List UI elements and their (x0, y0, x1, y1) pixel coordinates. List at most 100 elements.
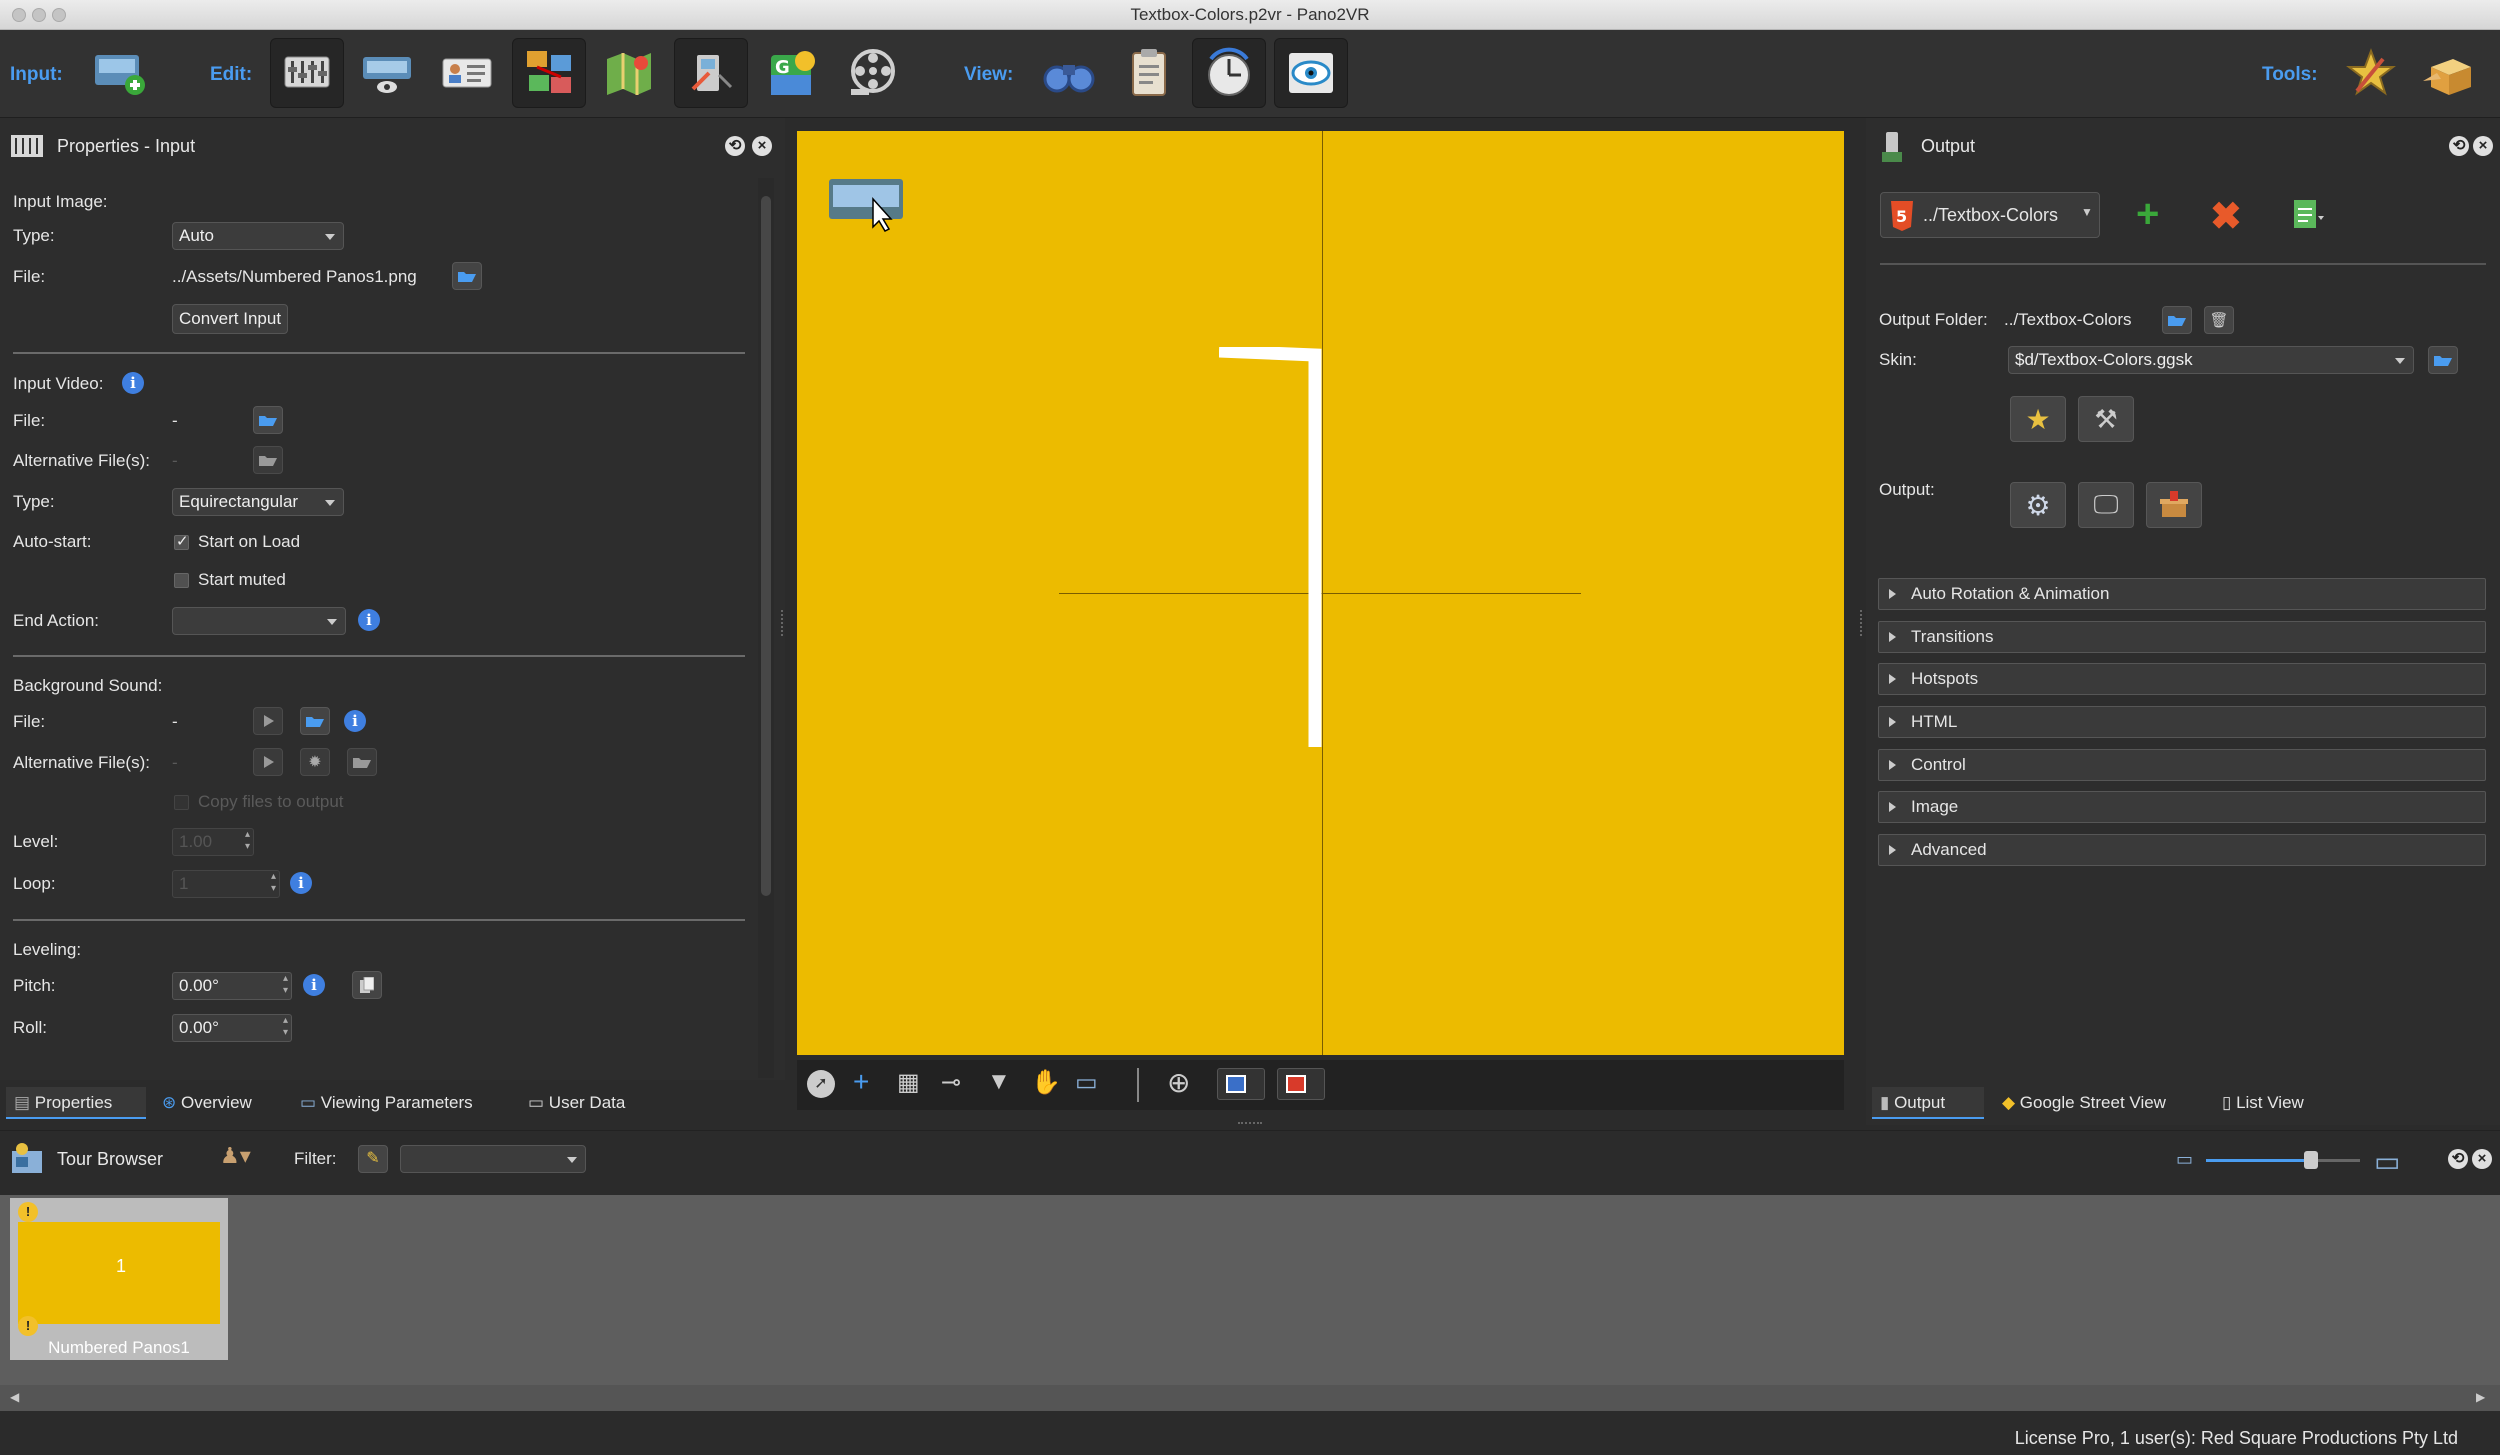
sound-alt-settings-button[interactable]: ✹ (300, 748, 330, 776)
skin-select[interactable]: $d/Textbox-Colors.ggsk (2008, 346, 2414, 374)
skin-tools-button[interactable]: ⚒ (2078, 396, 2134, 442)
properties-close-button[interactable]: × (752, 136, 772, 156)
crosshair-toggle-icon[interactable]: + (853, 1066, 869, 1098)
copy-leveling-button[interactable] (352, 971, 382, 999)
browse-skin-button[interactable] (2428, 346, 2458, 374)
export-document-icon[interactable] (2290, 198, 2324, 232)
filter-tag-button[interactable]: ✎ (358, 1145, 388, 1173)
funnel-icon[interactable]: ▼ (987, 1068, 1011, 1096)
target-icon[interactable]: ⊕ (1167, 1066, 1190, 1099)
browse-input-file-button[interactable] (452, 262, 482, 290)
start-muted-checkbox[interactable] (174, 573, 189, 588)
thumbnail-size-slider-handle[interactable] (2304, 1151, 2318, 1169)
tab-google-street-view[interactable]: ◆ Google Street View (1994, 1087, 2206, 1119)
tour-scrollbar[interactable]: ◀ ▶ (0, 1385, 2500, 1411)
google-maps-button[interactable]: G (756, 38, 830, 108)
tab-output[interactable]: ▮ Output (1872, 1087, 1984, 1119)
section-image[interactable]: Image (1878, 791, 2486, 823)
right-splitter[interactable] (1860, 610, 1864, 636)
browse-alt-sound-button[interactable] (347, 748, 377, 776)
add-output-button[interactable]: + (2136, 192, 2159, 237)
bottom-splitter[interactable] (1238, 1122, 1262, 1124)
filter-select[interactable] (400, 1145, 586, 1173)
clipboard-button[interactable] (1112, 38, 1186, 108)
browse-video-button[interactable] (253, 406, 283, 434)
tab-overview[interactable]: ⊛ Overview (154, 1087, 284, 1119)
tab-properties[interactable]: ▤ Properties (6, 1087, 146, 1119)
browse-output-folder-button[interactable] (2162, 306, 2192, 334)
sound-info-icon[interactable]: i (344, 710, 366, 732)
animation-button[interactable] (836, 38, 910, 108)
panorama-thumbnail[interactable]: 1 ! ! Numbered Panos1 (10, 1198, 228, 1360)
section-advanced[interactable]: Advanced (1878, 834, 2486, 866)
tab-user-data[interactable]: ▭ User Data (520, 1087, 650, 1119)
pitch-info-icon[interactable]: i (303, 974, 325, 996)
open-skin-editor-button[interactable]: ★ (2010, 396, 2066, 442)
end-action-info-icon[interactable]: i (358, 609, 380, 631)
tour-browser-undock-button[interactable]: ⟲ (2448, 1149, 2468, 1169)
properties-undock-button[interactable]: ⟲ (725, 136, 745, 156)
hand-icon[interactable]: ✋ (1031, 1068, 1061, 1097)
section-transitions[interactable]: Transitions (1878, 621, 2486, 653)
clear-output-folder-button[interactable]: 🗑 (2204, 306, 2234, 334)
patches-button[interactable] (674, 38, 748, 108)
delete-output-button[interactable]: ✖ (2210, 194, 2242, 239)
compass-icon[interactable]: ➚ (807, 1070, 835, 1098)
properties-button[interactable] (270, 38, 344, 108)
key-icon[interactable]: ⊸ (941, 1068, 961, 1097)
package-output-button[interactable] (2146, 482, 2202, 528)
grid-icon[interactable]: ▦ (897, 1068, 920, 1097)
preview-output-button[interactable]: 🖵 (2078, 482, 2134, 528)
type-select[interactable]: Auto (172, 222, 344, 250)
output-close-button[interactable]: × (2473, 136, 2493, 156)
hotspot-color-button[interactable] (1217, 1068, 1265, 1100)
pitch-input[interactable]: 0.00° (172, 972, 292, 1000)
level-input[interactable]: 1.00 (172, 828, 254, 856)
video-type-select[interactable]: Equirectangular (172, 488, 344, 516)
output-settings-button[interactable]: ⚙ (2010, 482, 2066, 528)
add-panorama-button[interactable] (82, 38, 156, 108)
section-control[interactable]: Control (1878, 749, 2486, 781)
user-data-button[interactable] (430, 38, 504, 108)
viewing-parameters-button[interactable] (350, 38, 424, 108)
scroll-right-icon[interactable]: ▶ (2476, 1390, 2485, 1404)
roll-input[interactable]: 0.00° (172, 1014, 292, 1042)
tab-list-view[interactable]: ▯ List View (2214, 1087, 2334, 1119)
turntable-button[interactable] (1192, 38, 1266, 108)
output-undock-button[interactable]: ⟲ (2449, 136, 2469, 156)
thumbnail-size-slider-track[interactable] (2316, 1159, 2360, 1162)
polygon-color-button[interactable] (1277, 1068, 1325, 1100)
tour-preview-button[interactable] (1032, 38, 1106, 108)
panorama-view-icon[interactable]: ▭ (1075, 1068, 1098, 1097)
browse-video-alt-button[interactable] (253, 446, 283, 474)
end-action-select[interactable] (172, 607, 346, 635)
input-video-info-icon[interactable]: i (122, 372, 144, 394)
thumbnail-size-slider[interactable] (2206, 1159, 2316, 1162)
skin-editor-button[interactable] (2334, 38, 2408, 108)
properties-scrollbar[interactable] (758, 178, 774, 1078)
tab-viewing-parameters[interactable]: ▭ Viewing Parameters (292, 1087, 512, 1119)
output-format-select[interactable]: 5 ../Textbox-Colors ▼ (1880, 192, 2100, 238)
eye-view-button[interactable] (1274, 38, 1348, 108)
copy-files-checkbox[interactable] (174, 795, 189, 810)
hotspots-button[interactable] (512, 38, 586, 108)
scrollbar-thumb[interactable] (761, 196, 771, 896)
loop-input[interactable]: 1 (172, 870, 280, 898)
sort-menu-icon[interactable]: ♟▾ (220, 1143, 251, 1169)
play-sound-button[interactable] (253, 707, 283, 735)
minimize-window-button[interactable] (32, 8, 46, 22)
tour-browser-close-button[interactable]: × (2472, 1149, 2492, 1169)
section-html[interactable]: HTML (1878, 706, 2486, 738)
play-alt-sound-button[interactable] (253, 748, 283, 776)
section-hotspots[interactable]: Hotspots (1878, 663, 2486, 695)
loop-info-icon[interactable]: i (290, 872, 312, 894)
panorama-viewer[interactable]: 1 (797, 131, 1844, 1055)
left-splitter[interactable] (781, 610, 785, 636)
convert-input-button[interactable]: Convert Input (172, 304, 289, 334)
start-on-load-checkbox[interactable] (174, 532, 189, 550)
scroll-left-icon[interactable]: ◀ (10, 1390, 19, 1404)
section-auto-rotation[interactable]: Auto Rotation & Animation (1878, 578, 2486, 610)
zoom-window-button[interactable] (52, 8, 66, 22)
object2vr-button[interactable] (2412, 38, 2486, 108)
floor-plan-button[interactable] (592, 38, 666, 108)
